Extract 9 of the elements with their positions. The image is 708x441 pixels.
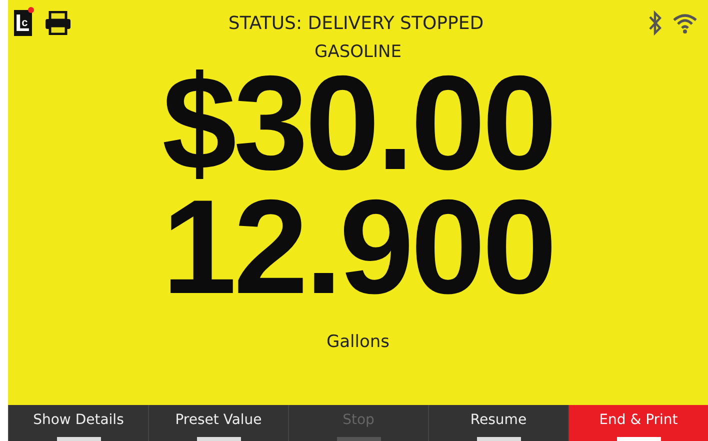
printer-icon[interactable] — [44, 11, 72, 35]
status-text: STATUS: DELIVERY STOPPED — [228, 12, 484, 34]
product-label: GASOLINE — [314, 42, 402, 62]
softkey-button[interactable]: End & Print — [568, 405, 708, 441]
unit-label: Gallons — [326, 332, 390, 352]
bluetooth-icon — [648, 10, 662, 36]
amount-value: $30.00 — [162, 68, 554, 180]
wifi-icon — [672, 12, 698, 34]
volume-value: 12.900 — [162, 192, 554, 304]
